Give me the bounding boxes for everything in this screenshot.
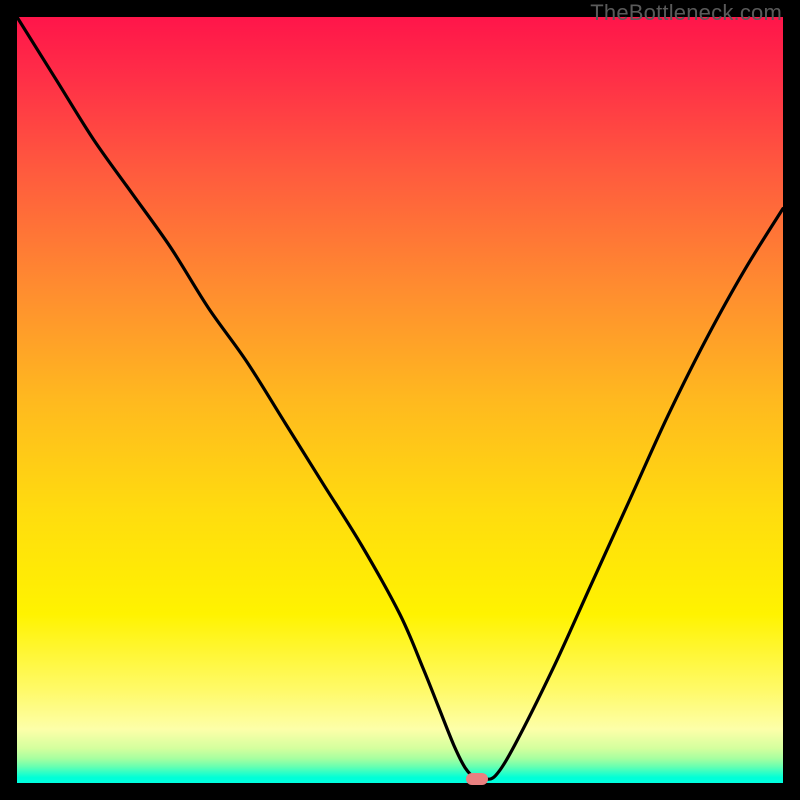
curve-path	[17, 17, 783, 780]
chart-area	[17, 17, 783, 783]
watermark-text: TheBottleneck.com	[590, 0, 782, 26]
optimal-marker	[466, 773, 488, 785]
bottleneck-curve	[17, 17, 783, 783]
